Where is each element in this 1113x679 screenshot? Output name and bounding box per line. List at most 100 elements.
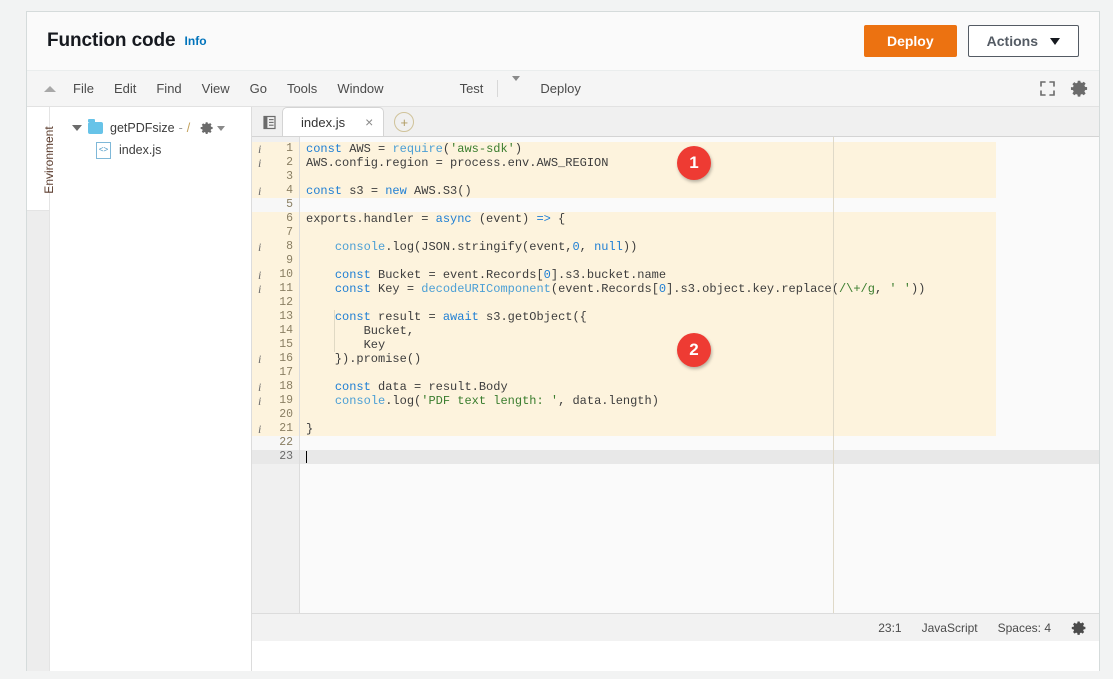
gutter-line[interactable]: i10 — [252, 268, 299, 282]
code-token: } — [306, 422, 313, 436]
chevron-down-icon — [1050, 38, 1060, 45]
environment-rail[interactable]: Environment — [27, 107, 50, 671]
fullscreen-icon[interactable] — [1039, 80, 1056, 97]
actions-button[interactable]: Actions — [968, 25, 1079, 57]
code-line[interactable] — [300, 226, 1099, 240]
tree-settings-button[interactable] — [200, 121, 225, 135]
gutter-line[interactable]: i1 — [252, 142, 299, 156]
code-line[interactable] — [300, 254, 1099, 268]
info-marker-icon[interactable]: i — [258, 268, 261, 282]
line-number: 23 — [279, 450, 293, 464]
code-line[interactable]: exports.handler = async (event) => { — [300, 212, 1099, 226]
code-line[interactable]: const data = result.Body — [300, 380, 1099, 394]
gutter-line[interactable]: i19 — [252, 394, 299, 408]
test-dropdown-button[interactable] — [502, 76, 530, 101]
deploy-button[interactable]: Deploy — [864, 25, 957, 57]
gear-icon[interactable] — [1070, 79, 1089, 98]
code-token: Bucket = event.Records[ — [371, 268, 544, 282]
info-marker-icon[interactable]: i — [258, 380, 261, 394]
gutter-line[interactable]: i 21 — [252, 422, 299, 436]
gutter-line[interactable]: 7 — [252, 226, 299, 240]
menu-deploy[interactable]: Deploy — [530, 76, 590, 101]
menubar-divider — [497, 80, 498, 97]
gutter-line[interactable]: i11 — [252, 282, 299, 296]
gutter-line[interactable]: i18 — [252, 380, 299, 394]
collapse-menubar-button[interactable] — [37, 86, 63, 92]
code-line[interactable] — [300, 408, 1099, 422]
code-line[interactable] — [300, 296, 1099, 310]
tree-row[interactable]: getPDFsize - / — [50, 117, 251, 139]
code-line[interactable]: } — [300, 422, 1099, 436]
gutter-line[interactable]: 13 — [252, 310, 299, 324]
code-line[interactable] — [300, 436, 1099, 450]
gutter-line[interactable]: 12 — [252, 296, 299, 310]
tab-list-icon[interactable] — [256, 109, 282, 135]
editor-bottom-strip — [252, 641, 1099, 671]
gutter-line[interactable]: 23 — [252, 450, 299, 464]
gutter-line[interactable]: 3 — [252, 170, 299, 184]
code-token: async — [436, 212, 472, 226]
info-marker-icon[interactable]: i — [258, 352, 261, 366]
menu-item-go[interactable]: Go — [240, 76, 277, 101]
info-marker-icon[interactable]: i — [258, 240, 261, 254]
menu-run-test[interactable]: Test — [450, 76, 494, 101]
gutter-line[interactable]: i2 — [252, 156, 299, 170]
gear-icon[interactable] — [1071, 620, 1087, 636]
menu-item-file[interactable]: File — [63, 76, 104, 101]
info-marker-icon[interactable]: i — [258, 422, 261, 436]
cursor-position[interactable]: 23:1 — [878, 621, 901, 635]
menu-item-view[interactable]: View — [192, 76, 240, 101]
gutter-line[interactable]: 5 — [252, 198, 299, 212]
gutter-line[interactable]: 20 — [252, 408, 299, 422]
menu-item-find[interactable]: Find — [146, 76, 191, 101]
info-marker-icon[interactable]: i — [258, 156, 261, 170]
info-marker-icon[interactable]: i — [258, 394, 261, 408]
gutter-line[interactable]: i4 — [252, 184, 299, 198]
chevron-down-icon[interactable] — [72, 125, 82, 131]
info-link[interactable]: Info — [185, 34, 207, 48]
code-line[interactable]: console.log(JSON.stringify(event,0, null… — [300, 240, 1099, 254]
code-line[interactable]: const result = await s3.getObject({ — [300, 310, 1099, 324]
code-content[interactable]: const AWS = require('aws-sdk')AWS.config… — [300, 137, 1099, 613]
code-token: console — [335, 394, 385, 408]
gutter-line[interactable]: 17 — [252, 366, 299, 380]
code-line[interactable] — [300, 450, 1099, 464]
info-marker-icon[interactable]: i — [258, 142, 261, 156]
gutter-line[interactable]: 9 — [252, 254, 299, 268]
tree-row[interactable]: <> index.js — [50, 139, 251, 161]
code-line[interactable]: console.log('PDF text length: ', data.le… — [300, 394, 1099, 408]
code-token: s3.getObject({ — [479, 310, 587, 324]
info-marker-icon[interactable]: i — [258, 282, 261, 296]
gutter-line[interactable]: 15 — [252, 338, 299, 352]
page-title: Function code — [47, 30, 176, 52]
code-line[interactable]: const s3 = new AWS.S3() — [300, 184, 1099, 198]
editor-gutter[interactable]: i1i23i4567i89i10i1112131415i1617i18i1920… — [252, 137, 300, 613]
code-line[interactable] — [300, 366, 1099, 380]
print-margin-guide — [833, 137, 834, 613]
code-editor[interactable]: i1i23i4567i89i10i1112131415i1617i18i1920… — [252, 137, 1099, 613]
code-token: .log( — [385, 394, 421, 408]
gutter-line[interactable]: 6 — [252, 212, 299, 226]
line-number: 21 — [279, 422, 293, 436]
gutter-line[interactable]: 14 — [252, 324, 299, 338]
tab-index-js[interactable]: index.js × — [282, 107, 384, 136]
gutter-line[interactable]: i8 — [252, 240, 299, 254]
gutter-line[interactable]: 22 — [252, 436, 299, 450]
menu-item-edit[interactable]: Edit — [104, 76, 146, 101]
code-line[interactable] — [300, 198, 1099, 212]
add-tab-button[interactable]: + — [394, 112, 414, 132]
line-number: 5 — [286, 198, 293, 212]
language-mode[interactable]: JavaScript — [922, 621, 978, 635]
menu-item-tools[interactable]: Tools — [277, 76, 327, 101]
code-line[interactable]: const Bucket = event.Records[0].s3.bucke… — [300, 268, 1099, 282]
code-token: Bucket, — [306, 324, 414, 338]
indentation-setting[interactable]: Spaces: 4 — [998, 621, 1051, 635]
info-marker-icon[interactable]: i — [258, 184, 261, 198]
line-number: 15 — [279, 338, 293, 352]
code-line[interactable]: const Key = decodeURIComponent(event.Rec… — [300, 282, 1099, 296]
menu-item-window[interactable]: Window — [327, 76, 393, 101]
gutter-line[interactable]: i16 — [252, 352, 299, 366]
editor-column: index.js × + i1i23i4567i89i10i1112131415… — [252, 107, 1099, 671]
code-token: new — [385, 184, 407, 198]
close-icon[interactable]: × — [365, 115, 373, 129]
